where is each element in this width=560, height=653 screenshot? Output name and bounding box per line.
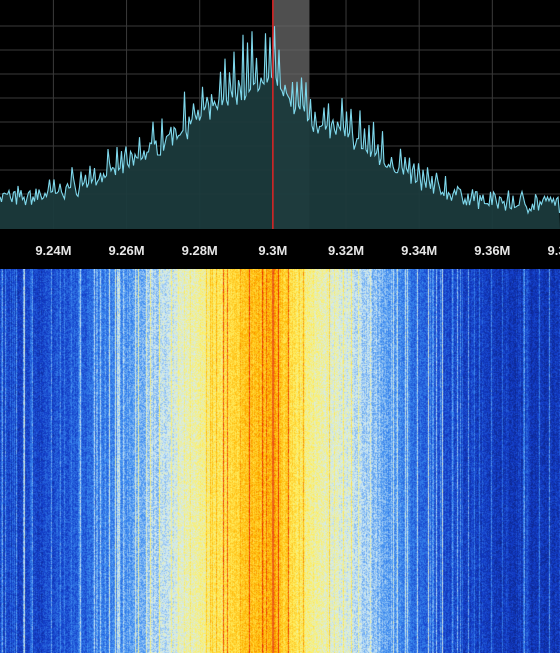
freq-tick-label: 9.34M — [401, 243, 438, 258]
freq-tick-label: 9.28M — [181, 243, 218, 258]
freq-tick-label: 9.24M — [35, 243, 72, 258]
frequency-axis[interactable]: 9.24M 9.26M 9.28M 9.3M 9.32M 9.34M 9.36M… — [0, 229, 560, 269]
freq-tick-label: 9.3M — [258, 243, 288, 258]
freq-tick-label: 9.3 — [547, 243, 560, 258]
waterfall-display[interactable] — [0, 269, 560, 653]
spectrum-plot[interactable] — [0, 0, 560, 229]
freq-tick-label: 9.26M — [108, 243, 145, 258]
freq-tick-label: 9.36M — [474, 243, 511, 258]
freq-tick-label: 9.32M — [327, 243, 365, 258]
